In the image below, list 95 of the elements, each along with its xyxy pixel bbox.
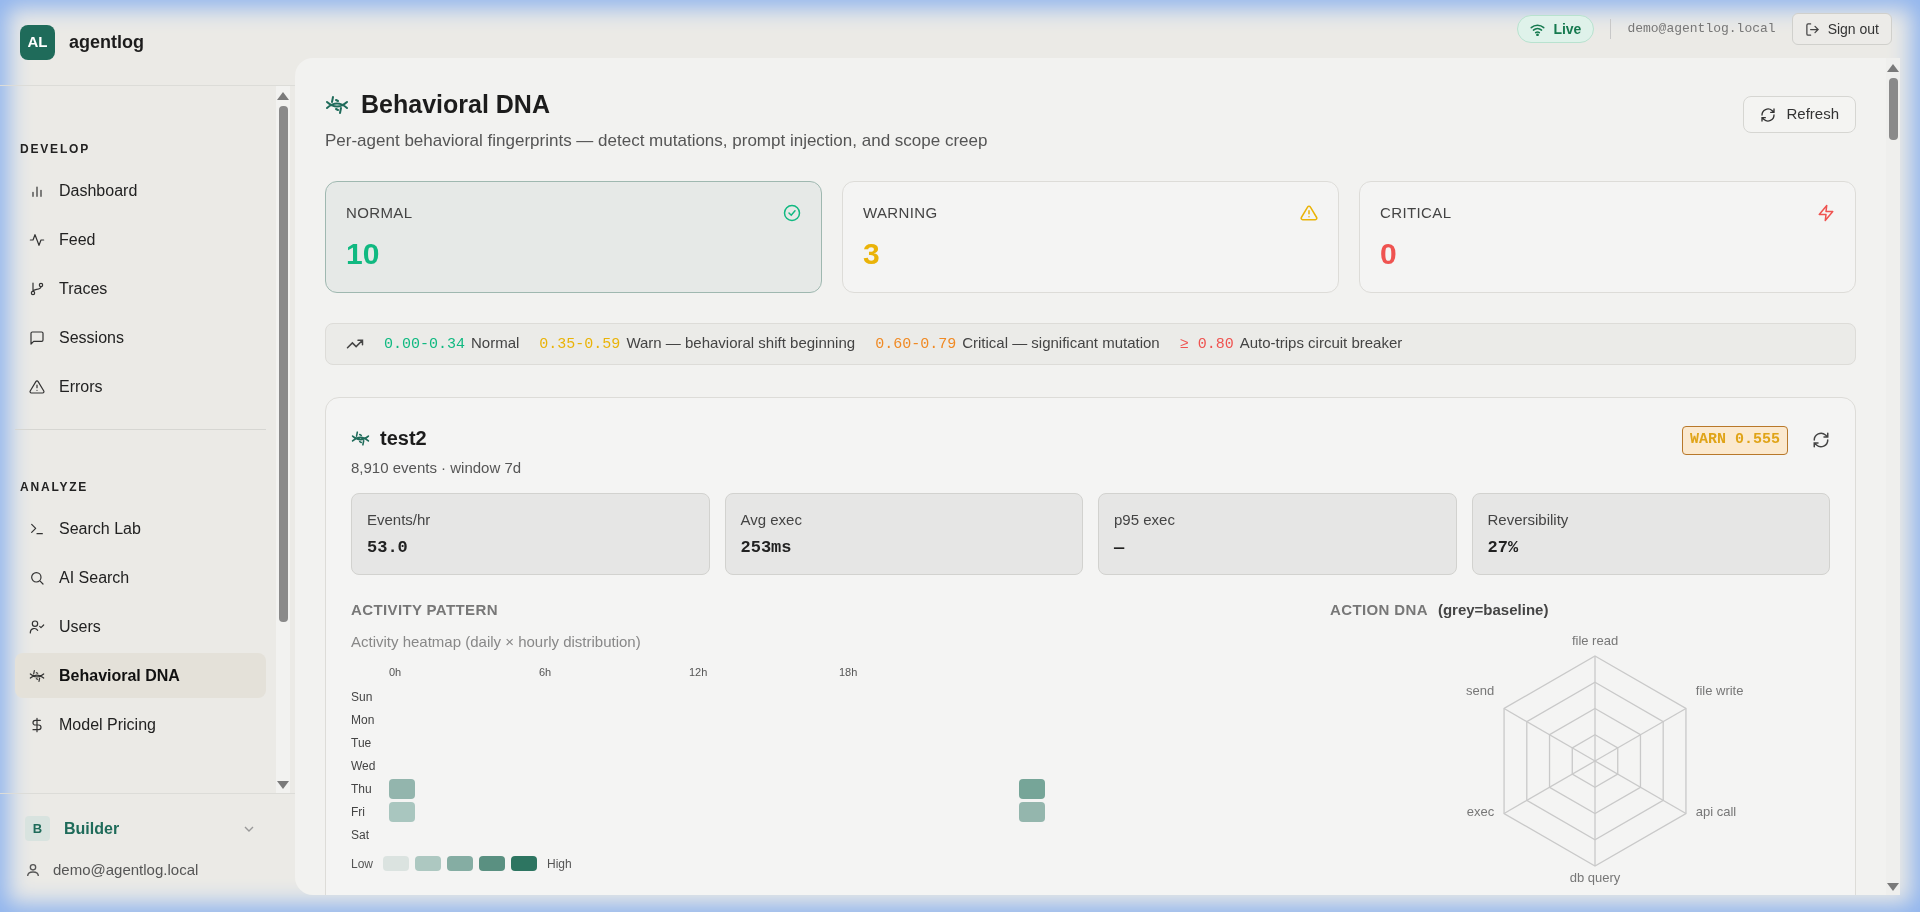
nav-item[interactable]: Search Lab	[15, 506, 266, 551]
stat-label: NORMAL	[346, 203, 413, 223]
nav-item[interactable]: Errors	[15, 364, 266, 409]
day-label: Sun	[351, 689, 374, 706]
dna-icon	[29, 667, 45, 684]
stat-value: 10	[346, 235, 381, 272]
stat-value: 0	[1380, 235, 1398, 272]
page-title: Behavioral DNA	[361, 89, 550, 120]
pulse-icon	[29, 231, 45, 248]
nav-item[interactable]: Sessions	[15, 315, 266, 360]
scrollbar-thumb[interactable]	[278, 106, 288, 622]
legend-label: High	[547, 855, 572, 873]
log-out-icon	[1804, 21, 1820, 37]
threshold-description: Critical — significant mutation	[962, 332, 1160, 353]
section-heading: ANALYZE	[19, 479, 90, 496]
user-email: demo@agentlog.local	[53, 860, 199, 880]
nav-item[interactable]: AI Search	[15, 555, 266, 600]
stat-card[interactable]: WARNING 3	[842, 181, 1339, 293]
threshold-range: 0.00-0.34	[384, 334, 465, 355]
section-title: ACTIVITY PATTERN	[351, 599, 499, 620]
nav-item[interactable]: Behavioral DNA	[15, 653, 266, 698]
page-subtitle: Per-agent behavioral fingerprints — detect mutations, prompt injection, and scope creep	[325, 129, 989, 152]
lightning-icon	[1817, 204, 1835, 223]
scrollbar-thumb[interactable]	[1888, 78, 1898, 140]
stat-label: CRITICAL	[1380, 203, 1452, 223]
section-heading: DEVELOP	[19, 141, 91, 158]
refresh-icon[interactable]	[1812, 431, 1830, 449]
axis-label: send	[1466, 682, 1495, 698]
warning-icon	[1300, 204, 1318, 223]
hour-label: 18h	[839, 665, 858, 678]
score-badge: WARN 0.555	[1682, 426, 1788, 455]
threshold-range: 0.35-0.59	[539, 334, 621, 355]
refresh-icon	[1760, 106, 1777, 123]
threshold-range: 0.60-0.79	[875, 334, 957, 355]
search-icon	[29, 569, 45, 586]
stat-card[interactable]: NORMAL 10	[325, 181, 822, 293]
day-label: Wed	[351, 758, 377, 775]
heatmap-caption: Activity heatmap (daily × hourly distribution)	[351, 632, 642, 652]
hour-label: 12h	[689, 665, 708, 678]
logo-badge: AL	[20, 25, 55, 60]
day-label: Fri	[351, 804, 366, 821]
legend-label: Low	[351, 855, 373, 873]
axis-label: file write	[1695, 682, 1744, 698]
threshold-description: Warn — behavioral shift beginning	[626, 332, 856, 353]
threshold-description: Auto-trips circuit breaker	[1239, 332, 1403, 353]
day-label: Tue	[351, 735, 373, 752]
day-label: Mon	[351, 712, 376, 729]
hour-label: 0h	[389, 665, 402, 678]
baseline-note: (grey=baseline)	[1437, 599, 1549, 620]
dna-icon	[351, 428, 370, 448]
metric-label: Reversibility	[1487, 509, 1570, 530]
metric-value: 53.0	[367, 537, 409, 559]
metric-value: 27%	[1487, 537, 1520, 559]
dollar-icon	[29, 716, 45, 733]
stat-card[interactable]: CRITICAL 0	[1359, 181, 1856, 293]
day-label: Sat	[351, 827, 370, 844]
day-label: Thu	[351, 781, 373, 798]
section-title: ACTION DNA	[1330, 599, 1428, 620]
metric-value: —	[1114, 537, 1126, 559]
metric-label: Avg exec	[740, 509, 803, 530]
agent-name: test2	[380, 426, 427, 451]
agent-meta: 8,910 events · window 7d	[351, 458, 523, 478]
nav-item[interactable]: Users	[15, 604, 266, 649]
threshold-description: Normal	[471, 332, 520, 353]
axis-label: api call	[1695, 803, 1737, 819]
axis-label: db query	[1569, 870, 1621, 885]
nav-item[interactable]: Dashboard	[15, 168, 266, 213]
nav-item[interactable]: Feed	[15, 217, 266, 262]
metric-label: Events/hr	[367, 509, 432, 530]
metric-label: p95 exec	[1114, 509, 1176, 530]
user-check-icon	[29, 618, 45, 635]
sign-out-button[interactable]: Sign out	[1791, 13, 1892, 45]
live-status-pill: Live	[1517, 15, 1595, 43]
hour-label: 6h	[539, 665, 552, 678]
axis-label: exec	[1466, 803, 1495, 819]
brand-name: agentlog	[69, 31, 144, 54]
check-circle-icon	[783, 204, 801, 223]
workspace-switcher[interactable]: B Builder	[25, 816, 255, 841]
workspace-badge: B	[25, 816, 50, 841]
warning-icon	[29, 378, 45, 395]
metric-value: 253ms	[740, 537, 793, 559]
workspace-name: Builder	[64, 818, 121, 839]
nav-item[interactable]: Model Pricing	[15, 702, 266, 747]
stat-label: WARNING	[863, 203, 938, 223]
stat-value: 3	[863, 235, 881, 272]
threshold-range: ≥ 0.80	[1179, 334, 1234, 355]
branch-icon	[29, 280, 45, 297]
nav-item[interactable]: Traces	[15, 266, 266, 311]
wifi-icon	[1530, 22, 1546, 36]
scroll-down-arrow[interactable]	[1887, 883, 1899, 891]
axis-label: file read	[1571, 633, 1619, 648]
refresh-button[interactable]: Refresh	[1743, 96, 1856, 133]
account-email: demo@agentlog.local	[1627, 20, 1776, 39]
user-icon	[25, 862, 41, 879]
message-icon	[29, 329, 45, 346]
